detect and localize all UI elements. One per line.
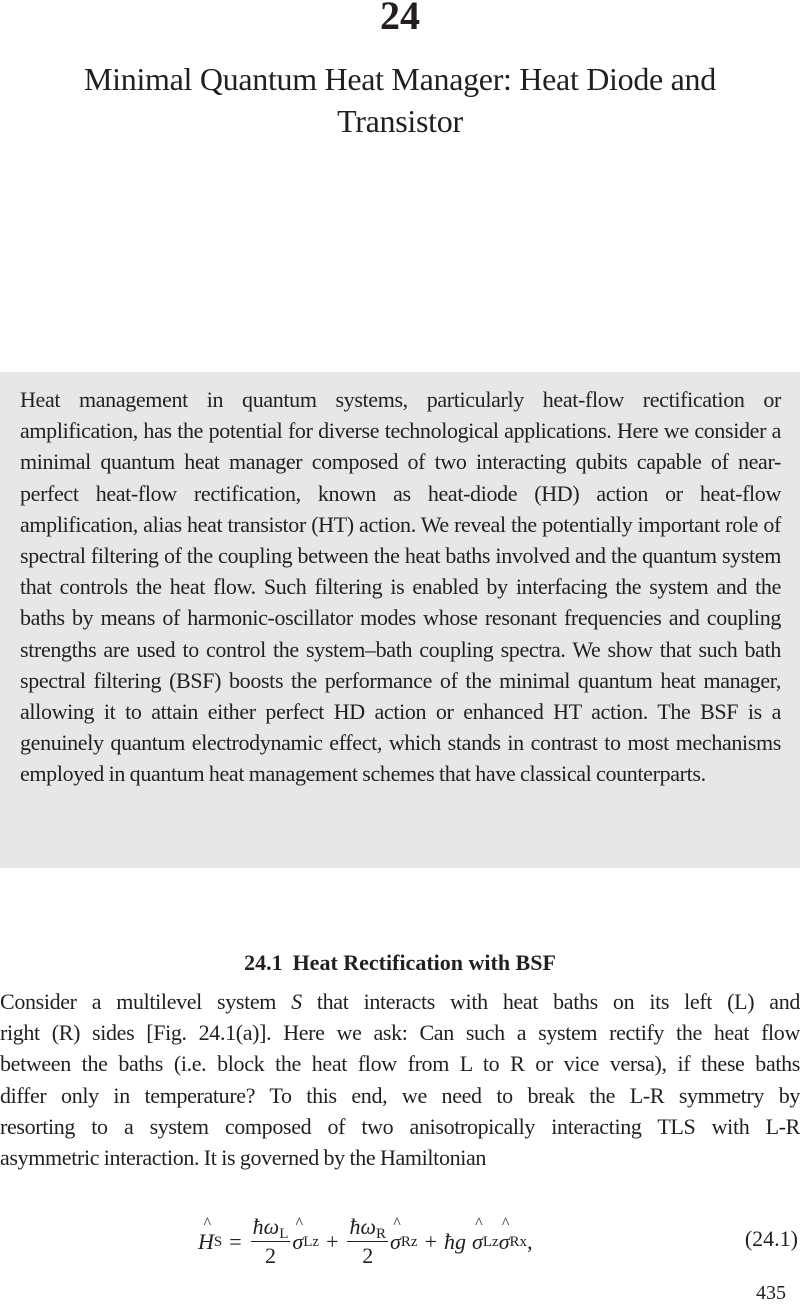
- body-line: right (R) sides [Fig. 24.1(a)]. Here we …: [0, 1017, 800, 1048]
- hamiltonian-symbol: H: [198, 1229, 214, 1255]
- body-text-run: that interacts with heat baths on its le…: [301, 989, 800, 1014]
- body-paragraph: Consider a multilevel system S that inte…: [0, 986, 800, 1173]
- section-title: Heat Rectification with BSF: [292, 950, 556, 975]
- sigma-operator: σ: [499, 1229, 510, 1255]
- fraction-left-frequency: ħωL 2: [250, 1214, 291, 1270]
- sigma-operator: σ: [472, 1229, 483, 1255]
- section-number: 24.1: [244, 950, 283, 975]
- numerator: ħω: [252, 1214, 280, 1239]
- plus-sign: +: [326, 1229, 339, 1254]
- equation-24-1: HS = ħωL 2 σLz + ħωR 2 σRz + ħg σLz σRx …: [0, 1206, 800, 1286]
- body-line: resorting to a system composed of two an…: [0, 1111, 800, 1142]
- sigma-operator: σ: [390, 1229, 401, 1255]
- denominator: 2: [362, 1243, 374, 1268]
- abstract-text: Heat management in quantum systems, part…: [20, 387, 781, 787]
- coupling-coefficient: ħg: [444, 1229, 466, 1254]
- body-text-run: differ only in temperature? To this end,…: [0, 1082, 800, 1108]
- plus-sign: +: [424, 1229, 437, 1254]
- equation-body: HS = ħωL 2 σLz + ħωR 2 σRz + ħg σLz σRx …: [198, 1206, 533, 1278]
- numerator: ħω: [349, 1214, 377, 1239]
- body-text-run: right (R) sides [Fig. 24.1(a)]. Here we …: [0, 1020, 800, 1046]
- chapter-title: Minimal Quantum Heat Manager: Heat Diode…: [84, 61, 716, 139]
- body-line: asymmetric interaction. It is governed b…: [0, 1142, 800, 1173]
- numerator-subscript: R: [376, 1226, 387, 1242]
- body-text-run: asymmetric interaction. It is governed b…: [0, 1145, 487, 1171]
- denominator: 2: [265, 1243, 277, 1268]
- body-line: between the baths (i.e. block the heat f…: [0, 1048, 800, 1079]
- page-number: 435: [756, 1282, 786, 1304]
- body-text-run: between the baths (i.e. block the heat f…: [0, 1051, 800, 1077]
- fraction-right-frequency: ħωR 2: [347, 1214, 389, 1270]
- sigma-operator: σ: [292, 1229, 303, 1255]
- equation-number: (24.1): [744, 1226, 798, 1251]
- system-symbol: S: [291, 989, 302, 1014]
- equals-sign: =: [229, 1229, 242, 1254]
- body-text-run: resorting to a system composed of two an…: [0, 1113, 800, 1139]
- equation-trailing-comma: ,: [527, 1229, 533, 1254]
- body-line: differ only in temperature? To this end,…: [0, 1080, 800, 1111]
- numerator-subscript: L: [279, 1226, 289, 1242]
- section-heading: 24.1 Heat Rectification with BSF: [0, 948, 800, 978]
- chapter-number: 24: [380, 0, 420, 38]
- body-line: Consider a multilevel system S that inte…: [0, 986, 800, 1017]
- body-text-run: Consider a multilevel system: [0, 989, 292, 1014]
